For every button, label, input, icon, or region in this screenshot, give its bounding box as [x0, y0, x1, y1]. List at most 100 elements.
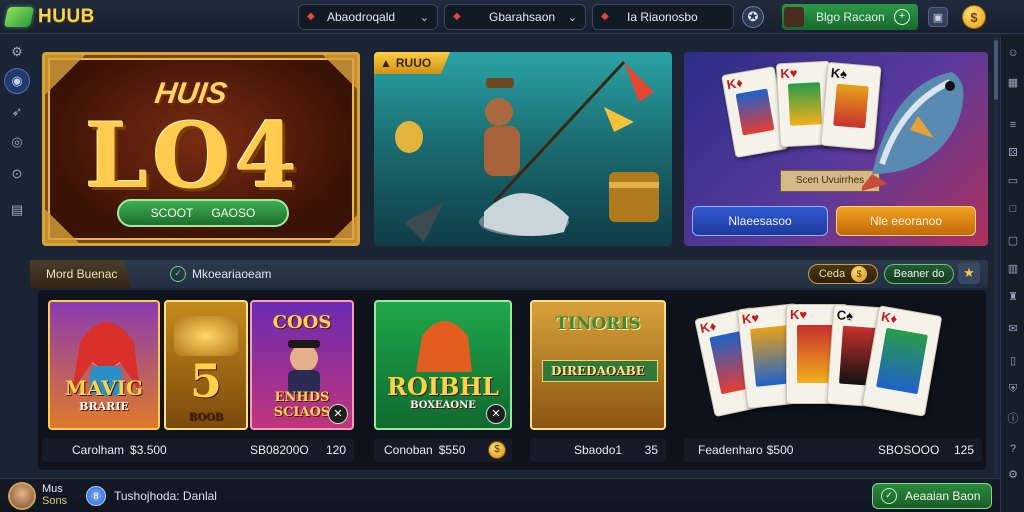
- banner-cta-left: SCOOT: [150, 206, 194, 220]
- menu-button[interactable]: ▣: [928, 7, 948, 27]
- help-icon[interactable]: ?: [1006, 442, 1020, 456]
- list-icon[interactable]: ≡: [1006, 118, 1020, 132]
- promo-banner-cards[interactable]: K♦ K♥ K♠ Scen Uvuirrhes Nlaeesasoo Nle e…: [684, 52, 988, 246]
- cards-button-primary[interactable]: Nlaeesasoo: [692, 206, 828, 236]
- plus-icon: +: [894, 9, 910, 25]
- status-message: Tushojhoda: Danlal: [114, 489, 217, 503]
- caption-right: SB08200O: [250, 443, 309, 457]
- support-button[interactable]: ✪: [742, 6, 764, 28]
- game-title: 5: [189, 354, 222, 408]
- card-pip: K♦: [880, 308, 899, 327]
- chat-icon[interactable]: ▢: [1006, 234, 1020, 248]
- dice-icon[interactable]: ⚄: [1006, 146, 1020, 160]
- coin-icon: $: [488, 441, 506, 459]
- caption-value: 35: [644, 443, 658, 457]
- game-caption: Carolham $3.500 SB08200O 120: [42, 438, 354, 462]
- game-title: MAVIG: [64, 376, 144, 400]
- favorite-button[interactable]: ★: [958, 262, 980, 284]
- caption-right: SBOSOOO: [878, 443, 940, 457]
- game-caption: Conoban $550 $: [374, 438, 512, 462]
- caption-value: 125: [953, 443, 974, 457]
- section-filter[interactable]: ✓ Mkoeariaoeam: [170, 265, 271, 283]
- gift-icon[interactable]: ▦: [1006, 76, 1020, 90]
- game-tile[interactable]: COOS ENHDS SCIAOS ✕: [250, 300, 354, 430]
- card-pip: K♥: [779, 65, 798, 82]
- game-subtitle: DIREDAOABE: [551, 364, 645, 378]
- section-pill-left[interactable]: Ceda $: [808, 264, 878, 284]
- top-bar: HUUB ◆ Abaodroqald ⌄ ◆ Gbarahsaon ⌄ ◆ Ia…: [0, 0, 1024, 34]
- game-tile[interactable]: MAVIG BRARIE: [48, 300, 160, 430]
- shield-icon[interactable]: ⛨: [1006, 382, 1020, 396]
- mail-icon[interactable]: ✉: [1006, 322, 1020, 336]
- card-pip: K♠: [830, 65, 848, 82]
- home-icon[interactable]: ◉: [4, 68, 30, 94]
- scrollbar[interactable]: [994, 36, 998, 476]
- trophy-icon[interactable]: ♜: [1006, 290, 1020, 304]
- star-icon: ★: [963, 265, 975, 280]
- globe-icon[interactable]: ◎: [7, 132, 27, 152]
- settings-icon[interactable]: ⚙: [7, 42, 27, 62]
- caption-amount: $500: [766, 443, 794, 457]
- settings-icon[interactable]: ⚙: [1006, 468, 1020, 482]
- game-caption: Sbaodo1 35: [530, 438, 666, 462]
- game-tile[interactable]: TINORIS DIREDAOABE: [530, 300, 666, 430]
- card-icon[interactable]: ▭: [1006, 174, 1020, 188]
- game-tile[interactable]: K♦ K♥ K♥ C♠ K♦: [694, 300, 974, 430]
- close-icon[interactable]: ✕: [328, 404, 348, 424]
- game-subtitle: BRARIE: [79, 400, 129, 413]
- right-rail: ☺ ▦ ≡ ⚄ ▭ □ ▢ ▥ ♜ ✉ ▯ ⛨ ⓘ ? ⚙: [1000, 36, 1024, 512]
- scrollbar-thumb[interactable]: [994, 40, 998, 100]
- phone-icon[interactable]: ▯: [1006, 354, 1020, 368]
- deposit-button[interactable]: Blgo Racaon +: [782, 4, 918, 30]
- cards-button-secondary[interactable]: Nle eeoranoo: [836, 206, 976, 236]
- promo-banner-fishing[interactable]: ▲ RUUO: [374, 52, 672, 246]
- selector-3-label: Ia Riaonosbo: [627, 10, 698, 24]
- rocket-icon[interactable]: ➶: [7, 102, 27, 122]
- deposit-label: Blgo Racaon: [816, 10, 885, 24]
- shield-icon: ✓: [881, 488, 897, 504]
- card-art: [787, 82, 823, 126]
- card-pip: K♥: [741, 310, 760, 327]
- fish-illustration: [862, 72, 964, 191]
- user-avatar[interactable]: [8, 482, 36, 510]
- logo-icon: [3, 7, 35, 27]
- filter-icon: ✓: [170, 266, 186, 282]
- logo[interactable]: HUUB: [3, 4, 95, 30]
- selector-1-label: Abaodroqald: [327, 10, 396, 24]
- document-icon[interactable]: ▤: [7, 200, 27, 220]
- flag-icon: ◆: [601, 11, 609, 22]
- card-art: [876, 327, 928, 395]
- banner-cta-button[interactable]: SCOOT GAOSO: [117, 199, 289, 227]
- close-icon[interactable]: ✕: [486, 404, 506, 424]
- box-icon[interactable]: □: [1006, 202, 1020, 216]
- logo-text: HUUB: [38, 6, 95, 27]
- left-rail: ⚙ ◉ ➶ ◎ ⊙ ▤: [0, 36, 34, 476]
- selector-2[interactable]: ◆ Gbarahsaon ⌄: [444, 4, 586, 30]
- info-icon[interactable]: ⓘ: [1006, 412, 1020, 426]
- section-pill-right[interactable]: Beaner do: [884, 264, 954, 284]
- flag-icon: ◆: [307, 11, 315, 22]
- user-icon[interactable]: ☺: [1006, 46, 1020, 60]
- promo-banner-jackpot[interactable]: HUIS LO4 SCOOT GAOSO: [42, 52, 360, 246]
- footer-action-label: Aeaaian Baon: [905, 489, 981, 503]
- chevron-down-icon: ⌄: [419, 12, 429, 24]
- selector-1[interactable]: ◆ Abaodroqald ⌄: [298, 4, 438, 30]
- user-name-line1: Mus: [42, 483, 63, 495]
- card-pip: C♠: [836, 307, 854, 324]
- support-icon[interactable]: ⊙: [7, 164, 27, 184]
- game-tile[interactable]: 5 BOOB: [164, 300, 248, 430]
- section-title[interactable]: Mord Buenac: [30, 260, 132, 288]
- coin-icon: $: [970, 9, 978, 25]
- caption-value: 120: [325, 443, 346, 457]
- section-pill-left-label: Ceda: [818, 268, 846, 280]
- wallet-icon[interactable]: ▥: [1006, 262, 1020, 276]
- banner-cta-right: GAOSO: [211, 206, 256, 220]
- card-pip: K♦: [698, 318, 718, 337]
- footer-action-button[interactable]: ✓ Aeaaian Baon: [872, 483, 992, 509]
- avatar: [784, 7, 804, 27]
- selector-3[interactable]: ◆ Ia Riaonosbo: [592, 4, 734, 30]
- game-title: ROIBHL: [387, 372, 499, 401]
- coin-button[interactable]: $: [962, 5, 986, 29]
- game-tile[interactable]: ROIBHL BOXEAONE ✕: [374, 300, 512, 430]
- user-name[interactable]: Mus Sons: [42, 483, 67, 507]
